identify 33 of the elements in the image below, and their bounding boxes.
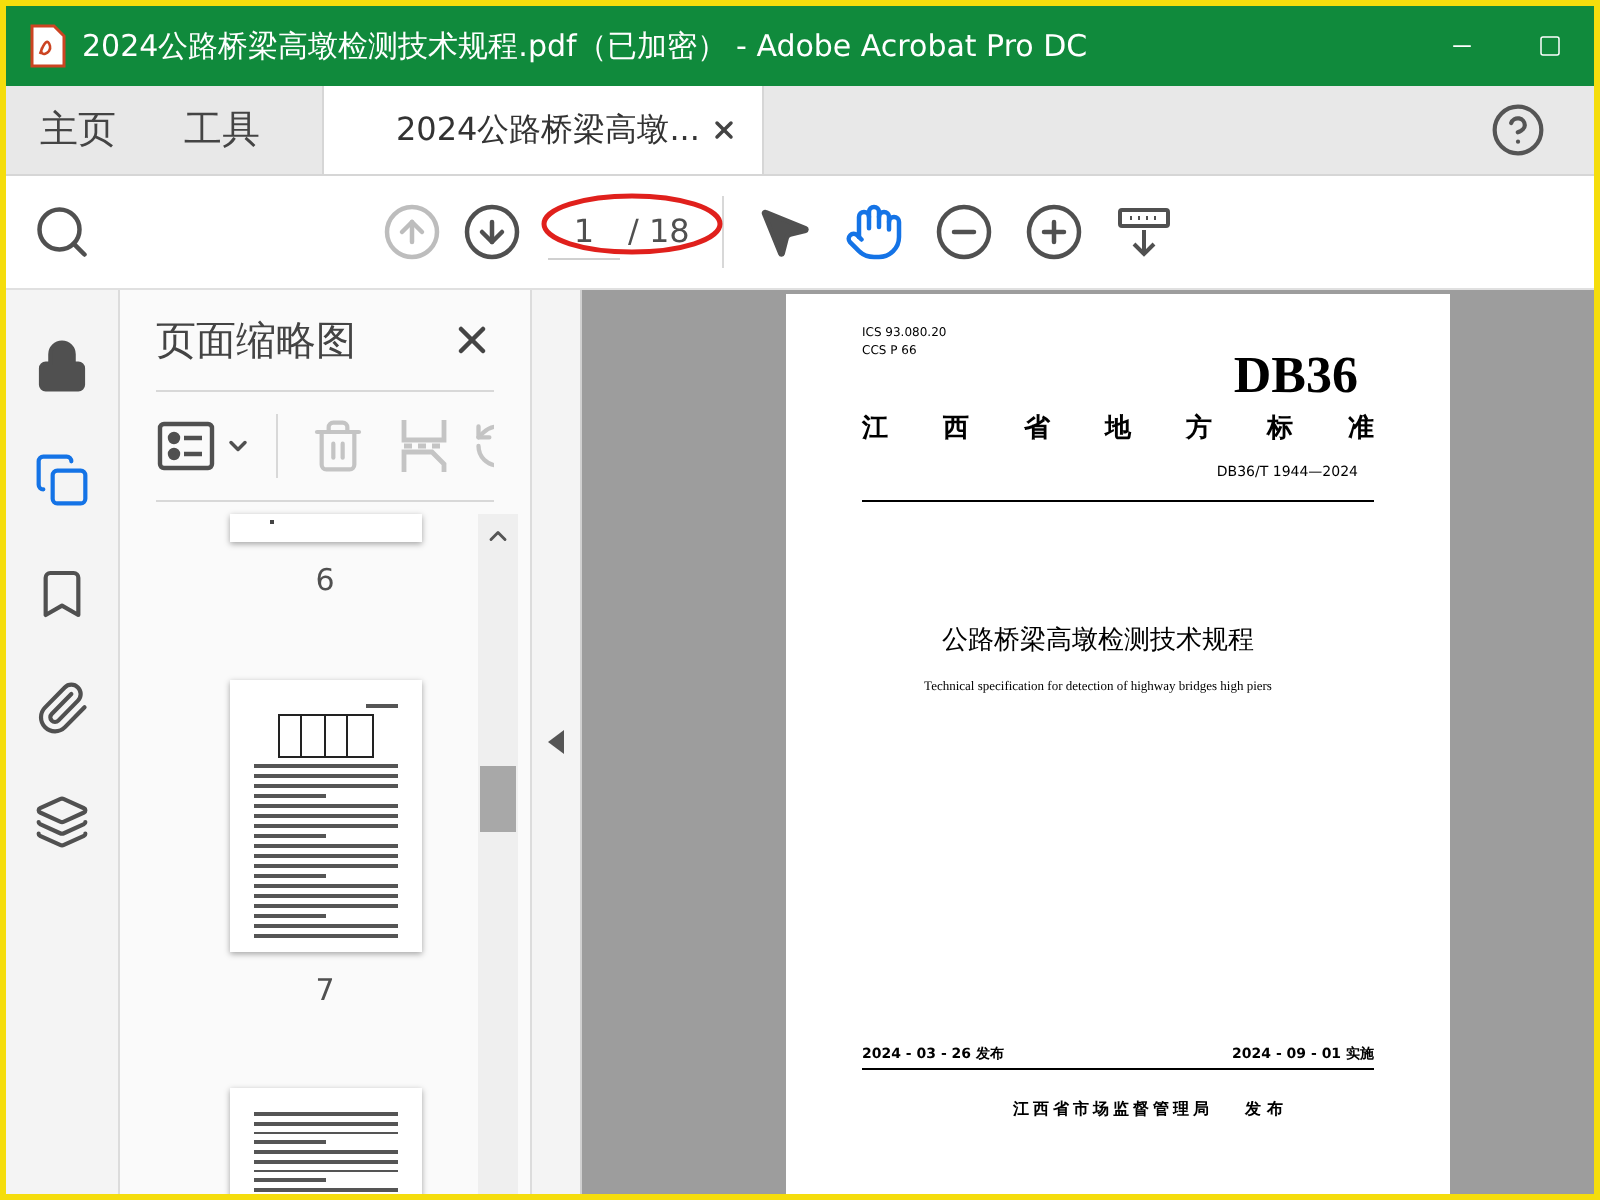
pages-icon[interactable]: [34, 452, 90, 508]
close-icon[interactable]: [710, 116, 738, 144]
zoom-out-icon[interactable]: [933, 202, 994, 262]
publish-label: 发 布: [1245, 1097, 1283, 1122]
page-thumbnail-label: 7: [315, 969, 335, 1011]
search-icon[interactable]: [32, 202, 92, 262]
document-title: 公路桥梁高墩检测技术规程: [940, 624, 1256, 660]
scroll-icon[interactable]: [1113, 202, 1174, 262]
maximize-icon[interactable]: [1538, 34, 1562, 58]
page-thumbnail-label: 6: [315, 560, 335, 602]
scrollbar[interactable]: [478, 514, 518, 1194]
scroll-thumb[interactable]: [480, 766, 516, 832]
zoom-in-icon[interactable]: [1023, 202, 1084, 262]
document-tab[interactable]: 2024公路桥梁高墩...: [322, 86, 764, 174]
document-tab-label: 2024公路桥梁高墩...: [396, 108, 700, 152]
list-icon[interactable]: [156, 420, 216, 472]
menu-tab[interactable]: 工具: [150, 86, 294, 174]
pdf-document-icon: [30, 24, 66, 68]
collapse-panel-button[interactable]: [548, 730, 564, 754]
panel-title: 页面缩略图: [156, 314, 356, 368]
page-count: / 18: [628, 210, 690, 254]
menu-tab[interactable]: 主页: [6, 86, 150, 174]
hand-icon[interactable]: [843, 202, 904, 262]
paperclip-icon[interactable]: [34, 680, 90, 736]
page-number-field[interactable]: 1: [548, 204, 620, 260]
standard-category: 江西省地方标准: [862, 411, 1374, 448]
page-thumbnail[interactable]: [229, 679, 421, 951]
page-thumbnail[interactable]: [229, 514, 421, 542]
standard-code: DB36: [1231, 354, 1360, 398]
publisher: 江西省市场监督管理局: [1013, 1097, 1214, 1122]
layers-icon[interactable]: [34, 794, 90, 850]
window-title: 2024公路桥梁高墩检测技术规程.pdf（已加密） - Adobe Acrobat Pro DC: [82, 25, 1088, 68]
lock-icon[interactable]: [34, 338, 90, 394]
